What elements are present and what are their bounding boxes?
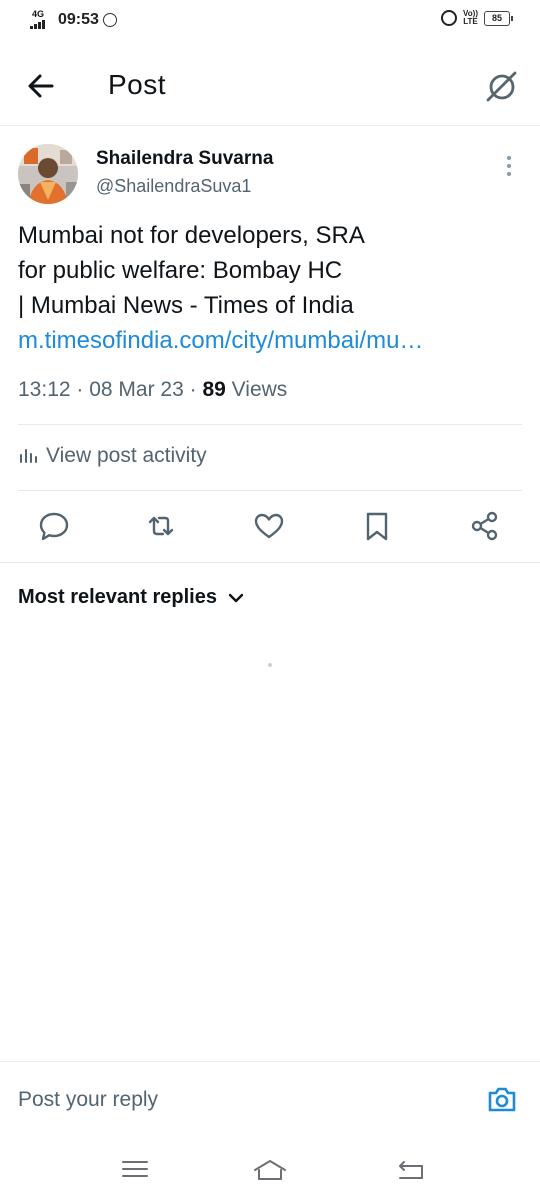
post-date: 08 Mar 23 xyxy=(89,378,184,401)
view-post-activity-button[interactable]: View post activity xyxy=(18,444,207,468)
back-button[interactable] xyxy=(22,66,62,106)
reply-composer: Post your reply xyxy=(0,1061,540,1133)
top-app-bar: Post xyxy=(0,42,540,126)
post-meta: 13:12 · 08 Mar 23 · 89 Views xyxy=(18,378,287,402)
system-nav-bar xyxy=(0,1140,540,1200)
back-nav-button[interactable] xyxy=(394,1154,428,1184)
status-right: Vo)) LTE 85 xyxy=(441,10,513,26)
replies-sort-label: Most relevant replies xyxy=(18,586,217,608)
camera-button[interactable] xyxy=(486,1084,518,1114)
reply-button[interactable] xyxy=(37,509,71,543)
volte-indicator: Vo)) LTE xyxy=(463,10,478,26)
battery-icon: 85 xyxy=(484,10,513,26)
recents-button[interactable] xyxy=(118,1154,152,1184)
views-count: 89 xyxy=(202,378,226,401)
volte-bottom: LTE xyxy=(463,17,478,26)
network-type: 4G xyxy=(32,9,45,19)
status-time: 09:53 xyxy=(58,11,99,28)
repost-icon xyxy=(148,516,174,536)
share-button[interactable] xyxy=(468,509,502,543)
author-name[interactable]: Shailendra Suvarna xyxy=(96,148,273,170)
signal-icon xyxy=(30,20,45,29)
chevron-down-icon xyxy=(228,593,244,602)
post-actions xyxy=(0,505,540,549)
meta-separator: · xyxy=(76,378,90,401)
status-bar: 4G 09:53 Vo)) LTE 85 xyxy=(0,0,540,42)
page-title: Post xyxy=(108,69,167,100)
network-indicator: 4G xyxy=(30,10,54,30)
view-post-activity-label: View post activity xyxy=(46,444,207,467)
meta-separator: · xyxy=(189,378,203,401)
author-photo xyxy=(18,144,78,204)
arrow-left-icon xyxy=(28,74,54,98)
loading-indicator xyxy=(268,663,272,667)
post-text: Mumbai not for developers, SRA for publi… xyxy=(18,218,518,358)
post-time: 13:12 xyxy=(18,378,71,401)
back-nav-icon xyxy=(399,1161,423,1179)
bookmark-button[interactable] xyxy=(360,509,394,543)
more-vertical-icon xyxy=(507,156,511,160)
heart-icon xyxy=(254,513,284,539)
status-left: 4G 09:53 xyxy=(30,10,117,30)
divider xyxy=(0,562,540,563)
avatar[interactable] xyxy=(18,144,78,204)
post-link[interactable]: m.timesofindia.com/city/mumbai/mu… xyxy=(18,323,518,358)
camera-icon xyxy=(488,1087,516,1112)
reply-icon xyxy=(39,512,69,541)
whatsapp-icon xyxy=(102,13,117,27)
replies-sort-dropdown[interactable]: Most relevant replies xyxy=(18,586,245,609)
battery-level: 85 xyxy=(491,12,502,23)
home-icon xyxy=(254,1160,286,1180)
bookmark-icon xyxy=(366,512,388,541)
divider xyxy=(18,490,522,491)
analytics-icon xyxy=(20,449,37,463)
grok-icon xyxy=(486,71,517,102)
home-button[interactable] xyxy=(253,1154,287,1184)
share-icon xyxy=(471,511,498,541)
grok-button[interactable] xyxy=(484,68,520,104)
repost-button[interactable] xyxy=(144,509,178,543)
like-button[interactable] xyxy=(252,509,286,543)
post-text-line: Mumbai not for developers, SRA xyxy=(18,222,365,249)
post-text-line: | Mumbai News - Times of India xyxy=(18,292,354,319)
menu-icon xyxy=(122,1161,148,1177)
more-options-button[interactable] xyxy=(502,156,516,182)
post-text-line: for public welfare: Bombay HC xyxy=(18,257,343,284)
author-handle[interactable]: @ShailendraSuva1 xyxy=(96,176,251,197)
alarm-icon xyxy=(441,10,458,26)
views-label: Views xyxy=(231,378,288,401)
reply-input[interactable]: Post your reply xyxy=(18,1088,158,1112)
divider xyxy=(18,424,522,425)
